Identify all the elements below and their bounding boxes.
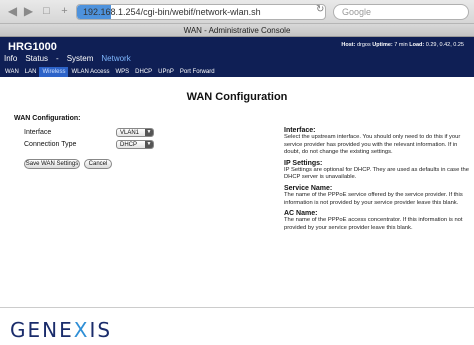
- interface-value: VLAN1: [120, 130, 140, 136]
- genexis-logo: GENEXIS: [10, 318, 112, 342]
- help-panel: Interface: Select the upstream interface…: [284, 127, 470, 232]
- address-bar[interactable]: 192.168.1.254/cgi-bin/webif/network-wlan…: [76, 4, 326, 20]
- chevron-down-icon: ▼: [145, 129, 153, 136]
- help-heading: Interface:: [284, 127, 316, 134]
- cancel-button[interactable]: Cancel: [84, 159, 112, 169]
- save-wan-settings-button[interactable]: Save WAN Settings: [24, 159, 80, 169]
- host-value: drgos: [356, 42, 371, 48]
- connection-type-select[interactable]: DHCP ▼: [116, 140, 154, 149]
- submenu-upnp[interactable]: UPnP: [155, 67, 177, 77]
- submenu-wireless[interactable]: Wireless: [39, 67, 69, 77]
- forward-icon[interactable]: ▶: [22, 5, 35, 18]
- submenu-port-forward[interactable]: Port Forward: [177, 67, 218, 77]
- connection-type-label: Connection Type: [24, 141, 77, 148]
- back-icon[interactable]: ◀: [6, 5, 19, 18]
- help-heading: Service Name:: [284, 184, 333, 192]
- logo-text-end: IS: [89, 318, 113, 342]
- connection-type-value: DHCP: [120, 142, 138, 148]
- host-status: Host: drgos Uptime: 7 min Load: 0.29, 0.…: [341, 42, 464, 48]
- help-text: Select the upstream interface. You shoul…: [284, 134, 461, 156]
- browser-toolbar: ◀ ▶ □ + 192.168.1.254/cgi-bin/webif/netw…: [0, 0, 474, 24]
- menu-status[interactable]: Status: [25, 54, 48, 64]
- help-text: The name of the PPPoE access concentrato…: [284, 217, 463, 231]
- url-host: 192.168.1.254: [83, 7, 141, 17]
- interface-label: Interface: [24, 129, 52, 136]
- help-text: IP Settings are optional for DHCP. They …: [284, 167, 469, 181]
- logo-text: GENE: [10, 318, 74, 342]
- interface-select[interactable]: VLAN1 ▼: [116, 128, 154, 137]
- section-title: WAN Configuration:: [14, 115, 81, 122]
- window-title: WAN - Administrative Console: [0, 24, 474, 37]
- uptime-label: Uptime:: [372, 42, 393, 48]
- load-value: 0.29, 0.42, 0.25: [425, 42, 464, 48]
- device-model: HRG1000: [8, 41, 57, 53]
- chevron-down-icon: ▼: [145, 141, 153, 148]
- url-path: /cgi-bin/webif/network-wlan.sh: [140, 7, 261, 17]
- logo-x: X: [73, 318, 90, 342]
- uptime-value: 7 min: [394, 42, 408, 48]
- reload-icon[interactable]: ↻: [316, 4, 324, 15]
- submenu-lan[interactable]: LAN: [22, 67, 40, 77]
- sub-menu: WAN LAN Wireless WLAN Access WPS DHCP UP…: [0, 67, 474, 77]
- menu-system[interactable]: System: [67, 54, 94, 64]
- page-icon[interactable]: □: [40, 5, 53, 18]
- submenu-wlan-access[interactable]: WLAN Access: [68, 67, 112, 77]
- menu-separator: -: [56, 54, 59, 63]
- menu-info[interactable]: Info: [4, 54, 17, 64]
- submenu-wps[interactable]: WPS: [112, 67, 132, 77]
- search-input[interactable]: Google: [333, 4, 469, 20]
- page-title: WAN Configuration: [186, 91, 288, 103]
- help-heading: AC Name:: [284, 210, 318, 218]
- menu-network[interactable]: Network: [101, 54, 130, 64]
- submenu-wan[interactable]: WAN: [2, 67, 22, 77]
- help-heading: IP Settings:: [284, 159, 323, 167]
- help-text: The name of the PPPoE service offered by…: [284, 192, 463, 206]
- host-label: Host:: [341, 42, 356, 48]
- footer-divider: [0, 307, 474, 308]
- main-menu: Info Status - System Network: [4, 54, 139, 64]
- content-area: WAN Configuration WAN Configuration: Int…: [0, 77, 474, 307]
- add-icon[interactable]: +: [58, 5, 71, 18]
- load-label: Load:: [409, 42, 425, 48]
- submenu-dhcp[interactable]: DHCP: [132, 67, 155, 77]
